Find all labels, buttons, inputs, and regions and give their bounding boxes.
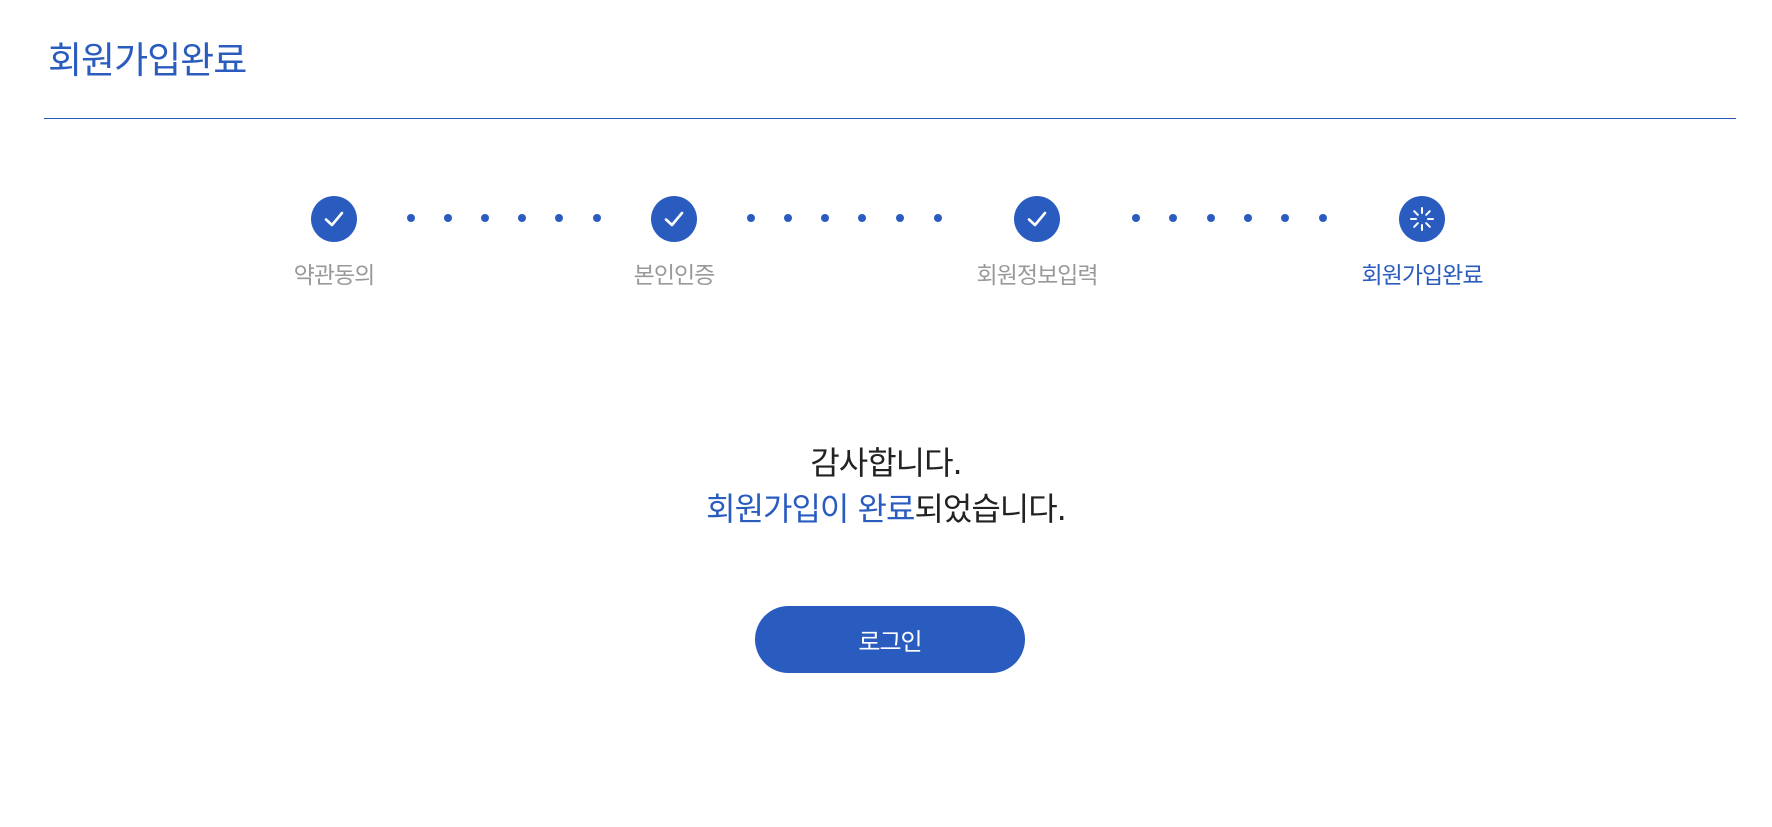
- step-signup-complete: 회원가입완료: [1322, 196, 1522, 290]
- step-check-icon: [1014, 196, 1060, 242]
- step-label: 회원정보입력: [976, 263, 1099, 289]
- loading-spinner-icon: [1399, 196, 1445, 242]
- step-label: 약관동의: [293, 263, 376, 289]
- step-terms-agreement: 약관동의: [234, 196, 434, 290]
- step-label: 본인인증: [633, 263, 716, 289]
- completion-highlight: 회원가입이 완료: [706, 490, 915, 528]
- step-check-icon: [651, 196, 697, 242]
- page-title: 회원가입완료: [48, 39, 247, 82]
- thank-you-text: 감사합니다.: [810, 444, 962, 482]
- signup-complete-page: 회원가입완료 약관동의 본인인증 회원정보입력 회원가입완료 감사합니다. 회원…: [0, 0, 1772, 827]
- title-divider: [44, 118, 1736, 119]
- completion-message: 감사합니다. 회원가입이 완료되었습니다.: [0, 440, 1772, 532]
- completion-text: 회원가입이 완료되었습니다.: [0, 486, 1772, 532]
- step-label: 회원가입완료: [1361, 263, 1484, 289]
- login-button[interactable]: 로그인: [755, 606, 1025, 673]
- step-member-info: 회원정보입력: [937, 196, 1137, 290]
- completion-rest: 되었습니다.: [914, 490, 1066, 528]
- step-check-icon: [311, 196, 357, 242]
- step-identity-verification: 본인인증: [574, 196, 774, 290]
